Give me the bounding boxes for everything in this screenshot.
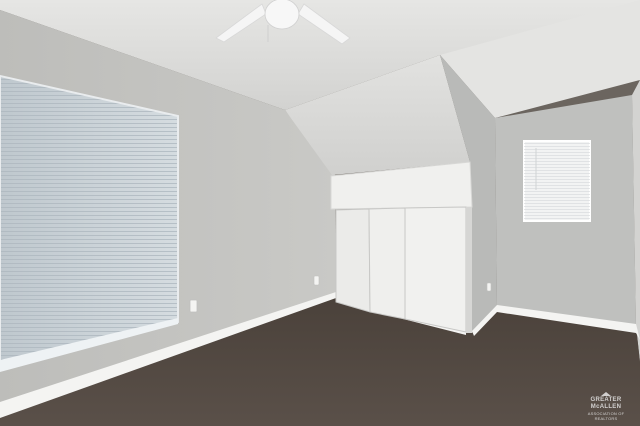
closet-door-left <box>335 208 371 313</box>
watermark-line1: GREATER McALLEN <box>590 397 622 410</box>
watermark-line2: ASSOCIATION OF REALTORS <box>587 411 625 421</box>
outlet-icon <box>313 275 320 286</box>
closet-door-right <box>404 206 467 333</box>
house-roof-icon <box>601 392 611 396</box>
small-window-slats <box>524 141 590 221</box>
closet-side-panel <box>466 207 472 333</box>
outlet-icon <box>189 299 198 313</box>
window-blind-slats <box>0 76 178 368</box>
bedroom-scene <box>0 0 640 426</box>
watermark-logo: GREATER McALLEN ASSOCIATION OF REALTORS <box>578 392 634 421</box>
closet-door-middle <box>368 207 406 320</box>
outlet-icon <box>486 282 492 292</box>
